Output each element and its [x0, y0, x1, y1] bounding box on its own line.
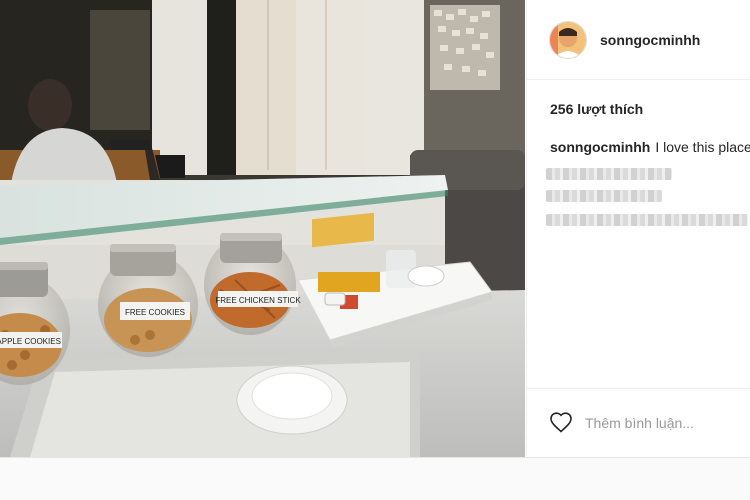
jar-3-label: FREE CHICKEN STICK [215, 296, 301, 305]
caption-text: I love this place [655, 139, 750, 155]
photo-scene: EAPPLE COOKIES FREE COOKIES FREE CHICKEN… [0, 0, 525, 457]
caption-username[interactable]: sonngocminhh [550, 139, 650, 155]
blurred-comment-2 [546, 190, 662, 202]
jar-2-label: FREE COOKIES [125, 308, 185, 317]
comment-input[interactable] [585, 411, 735, 435]
likes-count[interactable]: 256 lượt thích [550, 101, 643, 117]
blurred-comment-1 [546, 168, 672, 180]
heart-outline-icon[interactable] [549, 411, 573, 435]
caption: sonngocminhh I love this place [550, 139, 750, 155]
jar-1-label: EAPPLE COOKIES [0, 337, 61, 346]
avatar[interactable] [549, 21, 587, 59]
avatar-image [550, 22, 586, 58]
post-header: sonngocminhh [527, 0, 750, 80]
post-photo[interactable]: EAPPLE COOKIES FREE COOKIES FREE CHICKEN… [0, 0, 525, 457]
blurred-comment-3 [546, 214, 748, 226]
comment-bar [527, 388, 750, 458]
username[interactable]: sonngocminhh [600, 32, 700, 48]
post-modal: EAPPLE COOKIES FREE COOKIES FREE CHICKEN… [0, 0, 750, 458]
post-sidebar: sonngocminhh 256 lượt thích sonngocminhh… [526, 0, 750, 457]
